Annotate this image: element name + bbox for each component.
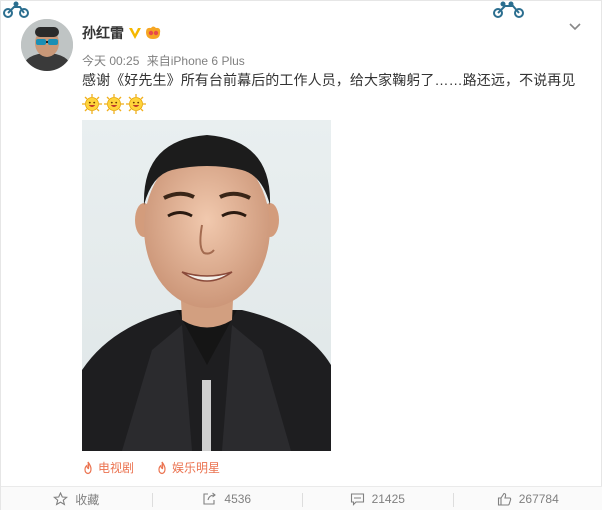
topic-tags: 电视剧 娱乐明星: [82, 459, 242, 476]
author-row: 孙红雷: [82, 23, 162, 43]
like-button[interactable]: 267784: [452, 487, 602, 510]
chevron-down-icon[interactable]: [567, 19, 583, 35]
flame-icon: [158, 461, 166, 474]
emoji-row: [82, 94, 146, 114]
thumbs-up-icon: [497, 492, 511, 506]
share-icon: [203, 492, 217, 505]
star-icon: [53, 492, 69, 506]
action-bar: 收藏 4536 21425 267784: [1, 486, 602, 510]
post-meta: 今天 00:25 来自iPhone 6 Plus: [82, 52, 245, 69]
post-source: iPhone 6 Plus: [170, 54, 245, 68]
tag-tv-drama[interactable]: 电视剧: [82, 459, 134, 476]
repost-count: 4536: [224, 492, 252, 506]
motorbike-icon: [493, 1, 524, 18]
comment-count: 21425: [371, 492, 405, 506]
smile-emoji-icon: [82, 94, 102, 114]
post-time[interactable]: 今天 00:25: [82, 54, 139, 68]
repost-button[interactable]: 4536: [151, 487, 303, 510]
weibo-post-card: 孙红雷 今天 00:25 来自iPhone 6 Plus 感谢《好先生》所有台前…: [0, 0, 602, 510]
tag-entertainment-star[interactable]: 娱乐明星: [156, 459, 220, 476]
smile-emoji-icon: [126, 94, 146, 114]
post-text: 感谢《好先生》所有台前幕后的工作人员，给大家鞠躬了……路还远，不说再见: [82, 72, 576, 88]
post-photo[interactable]: [82, 120, 331, 451]
flame-icon: [84, 461, 92, 474]
favorite-button[interactable]: 收藏: [1, 487, 152, 510]
favorite-label: 收藏: [75, 492, 100, 507]
avatar-image: [21, 19, 73, 71]
comment-button[interactable]: 21425: [302, 487, 453, 510]
tag-label: 娱乐明星: [172, 461, 221, 475]
comment-icon: [350, 493, 364, 506]
portrait-photo: [82, 120, 331, 451]
tag-label: 电视剧: [98, 461, 135, 475]
like-count: 267784: [518, 492, 559, 506]
vip-badge-icon[interactable]: [144, 25, 162, 41]
author-name[interactable]: 孙红雷: [82, 23, 124, 43]
avatar[interactable]: [21, 19, 73, 71]
motorbike-icon: [3, 1, 29, 18]
smile-emoji-icon: [104, 94, 124, 114]
verified-badge-icon[interactable]: [128, 26, 142, 40]
source-prefix: 来自: [146, 54, 171, 68]
